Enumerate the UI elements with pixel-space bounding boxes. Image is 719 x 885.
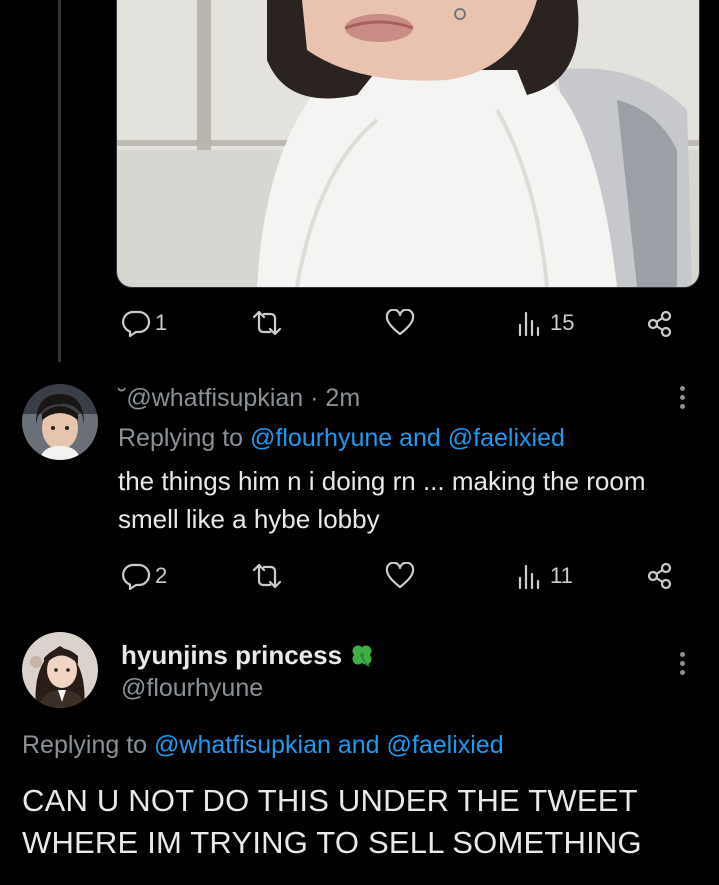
reply-count: 2 — [155, 563, 168, 588]
reply-icon — [122, 563, 151, 591]
heart-icon — [385, 562, 415, 589]
tweet-text-line: WHERE IM TRYING TO SELL SOMETHING — [22, 825, 642, 860]
like-button[interactable] — [385, 562, 415, 590]
four-leaf-clover-icon — [352, 645, 372, 667]
more-options-button[interactable] — [678, 386, 686, 413]
dot-icon — [679, 670, 685, 675]
tweet-text-line: CAN U NOT DO THIS UNDER THE TWEET — [22, 783, 638, 818]
separator: · — [310, 384, 319, 412]
dot-icon — [679, 661, 685, 666]
avatar-photo — [22, 384, 98, 460]
replying-to-label: Replying to — [118, 424, 244, 452]
dot-icon — [679, 404, 685, 409]
share-button[interactable] — [645, 309, 675, 339]
mention-link[interactable]: @flourhyune — [250, 424, 392, 452]
heart-icon — [385, 309, 415, 336]
timestamp[interactable]: 2m — [325, 384, 360, 412]
handle[interactable]: @whatfisupkian — [126, 384, 303, 412]
mention-link[interactable]: @faelixied — [387, 731, 504, 759]
views-button[interactable]: 15 — [516, 309, 574, 337]
tweet-header: ˘@whatfisupkian · 2m — [118, 384, 360, 413]
tweet-text: CAN U NOT DO THIS UNDER THE TWEET WHERE … — [22, 780, 642, 864]
analytics-icon — [518, 311, 540, 337]
retweet-button[interactable] — [250, 308, 284, 338]
and-text: and — [337, 731, 380, 759]
reply-count: 1 — [155, 310, 168, 335]
dot-icon — [679, 395, 685, 400]
replying-to: Replying to @whatfisupkian and @faelixie… — [22, 731, 504, 760]
avatar[interactable] — [22, 632, 98, 708]
avatar[interactable] — [22, 384, 98, 460]
reply-button[interactable]: 2 — [121, 561, 167, 591]
replying-to-label: Replying to — [22, 731, 148, 759]
retweet-icon — [252, 563, 282, 589]
avatar-photo — [22, 632, 98, 708]
retweet-button[interactable] — [250, 561, 284, 591]
share-button[interactable] — [645, 561, 675, 591]
analytics-icon — [518, 564, 540, 590]
more-options-button[interactable] — [678, 652, 686, 679]
display-name-row: hyunjins princess — [121, 640, 375, 671]
view-count: 15 — [550, 310, 575, 335]
share-icon — [647, 310, 672, 338]
share-icon — [647, 562, 672, 590]
reply-button[interactable]: 1 — [121, 308, 167, 338]
reply-icon — [122, 310, 151, 338]
view-count: 11 — [550, 563, 573, 588]
mention-link[interactable]: @faelixied — [448, 424, 565, 452]
thread-connector-line — [58, 0, 61, 362]
tweet-text-line: smell like a hybe lobby — [118, 504, 380, 534]
replying-to: Replying to @flourhyune and @faelixied — [118, 424, 565, 453]
tweet-photo[interactable] — [116, 0, 700, 288]
display-name[interactable]: hyunjins princess — [121, 640, 342, 670]
thread-view: 1 15 ˘@whatfisupkian · 2m Replying to @f… — [0, 0, 719, 885]
views-button[interactable]: 11 — [516, 562, 573, 590]
dot-icon — [679, 652, 685, 657]
tweet-text-line: the things him n i doing rn ... making t… — [118, 466, 646, 496]
photo-person-white-shirt — [117, 0, 699, 287]
tweet-text: the things him n i doing rn ... making t… — [118, 462, 646, 538]
and-text: and — [399, 424, 441, 452]
dot-icon — [679, 386, 685, 391]
like-button[interactable] — [385, 309, 415, 337]
retweet-icon — [252, 310, 282, 336]
handle[interactable]: @flourhyune — [121, 674, 263, 703]
mention-link[interactable]: @whatfisupkian — [154, 731, 331, 759]
